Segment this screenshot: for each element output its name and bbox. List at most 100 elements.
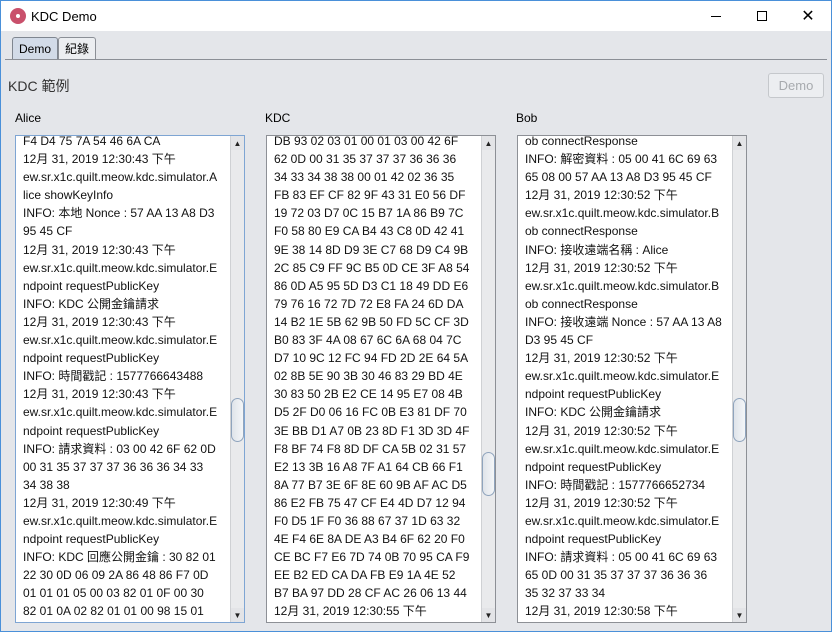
log-line: 30 83 50 2B E2 CE 14 95 E7 08 4B bbox=[274, 387, 463, 402]
log-line: INFO: 時間戳記 : 1577766643488 bbox=[23, 369, 204, 384]
log-line: 35 32 37 33 34 bbox=[525, 586, 606, 601]
log-line: D3 95 45 CF bbox=[525, 333, 594, 348]
log-line: 12月 31, 2019 12:30:43 下午 bbox=[23, 152, 176, 167]
log-line: 12月 31, 2019 12:30:52 下午 bbox=[525, 260, 678, 275]
log-line: 65 0D 00 31 35 37 37 37 36 36 36 bbox=[525, 568, 708, 583]
scroll-up-arrow-icon[interactable]: ▲ bbox=[733, 136, 746, 150]
log-line: 34 38 38 bbox=[23, 477, 70, 492]
log-line: D5 2F D0 06 16 FC 0B E3 81 DF 70 bbox=[274, 405, 467, 420]
minimize-icon bbox=[711, 15, 721, 17]
log-line: 12月 31, 2019 12:30:52 下午 bbox=[525, 423, 678, 438]
log-line: ndpoint requestPublicKey bbox=[23, 532, 160, 547]
scroll-thumb[interactable] bbox=[733, 398, 746, 442]
bob-log-area[interactable]: ob connectResponse INFO: 解密資料 : 05 00 41 … bbox=[517, 135, 747, 623]
log-line: 19 72 03 D7 0C 15 B7 1A 86 B9 7C bbox=[274, 206, 464, 221]
log-line: ew.sr.x1c.quilt.meow.kdc.simulator.E bbox=[525, 621, 730, 622]
bob-log-text: ob connectResponse INFO: 解密資料 : 05 00 41 … bbox=[525, 135, 730, 622]
log-line: lice showKeyInfo bbox=[23, 188, 114, 203]
log-line: E5 27 74 1E 74 1C 8D 90 D8 FD C7 bbox=[23, 621, 228, 622]
log-line: F4 D4 75 7A 54 46 6A CA bbox=[23, 135, 161, 148]
title-bar: KDC Demo ✕ bbox=[1, 1, 831, 31]
close-button[interactable]: ✕ bbox=[785, 1, 831, 31]
log-line: B0 83 3F 4A 08 67 6C 6A 68 04 7C bbox=[274, 333, 462, 348]
log-line: 12月 31, 2019 12:30:52 下午 bbox=[525, 495, 678, 510]
log-line: 34 33 34 38 38 00 01 42 02 36 35 bbox=[274, 170, 455, 185]
scroll-down-arrow-icon[interactable]: ▼ bbox=[231, 608, 244, 622]
tab-bar: Demo 紀錄 bbox=[12, 37, 97, 59]
log-line: 14 B2 1E 5B 62 9B 50 FD 5C CF 3D bbox=[274, 314, 469, 329]
log-line: ew.sr.x1c.quilt.meow.kdc.simulator.B bbox=[525, 278, 720, 293]
log-line: B7 BA 97 DD 28 CF AC 26 06 13 44 bbox=[274, 586, 467, 601]
log-line: ew.sr.x1c.quilt.meow.kdc.simulator.E bbox=[525, 513, 720, 528]
log-line: F8 BF 74 F8 8D DF CA 5B 02 31 57 bbox=[274, 441, 467, 456]
kdc-log-area[interactable]: DB 93 02 03 01 00 01 03 00 42 6F 62 0D 00… bbox=[266, 135, 496, 623]
log-line: 2C 85 C9 FF 9C B5 0D CE 3F A8 54 bbox=[274, 260, 470, 275]
log-line: ew.sr.x1c.quilt.meow.kdc.simulator.E bbox=[525, 369, 720, 384]
log-line: EE B2 ED CA DA FB E9 1A 4E 52 bbox=[274, 568, 456, 583]
log-line: ndpoint requestPublicKey bbox=[525, 387, 662, 402]
log-line: 01 01 01 05 00 03 82 01 0F 00 30 bbox=[23, 586, 204, 601]
log-line: ob connectResponse bbox=[525, 135, 638, 148]
kdc-log-text: DB 93 02 03 01 00 01 03 00 42 6F 62 0D 00… bbox=[274, 135, 479, 622]
log-line: 9E 38 14 8D D9 3E C7 68 D9 C4 9B bbox=[274, 242, 469, 257]
log-line: ndpoint requestPublicKey bbox=[23, 423, 160, 438]
tab-demo[interactable]: Demo bbox=[12, 37, 59, 59]
log-line: 65 08 00 57 AA 13 A8 D3 95 45 CF bbox=[525, 170, 712, 185]
kdc-scrollbar[interactable]: ▲ ▼ bbox=[481, 136, 495, 622]
window-title: KDC Demo bbox=[31, 9, 97, 24]
log-line: INFO: KDC 回應公開金鑰 : 30 82 01 bbox=[23, 550, 216, 565]
log-line: 82 01 0A 02 82 01 01 00 98 15 01 bbox=[23, 604, 204, 619]
alice-log-text: F4 D4 75 7A 54 46 6A CA 12月 31, 2019 12:3… bbox=[23, 135, 228, 622]
log-line: ob connectResponse bbox=[525, 296, 638, 311]
log-line: ew.sr.x1c.quilt.meow.kdc.simulator.K bbox=[274, 621, 479, 622]
minimize-button[interactable] bbox=[693, 1, 739, 31]
maximize-icon bbox=[757, 11, 767, 21]
log-line: ew.sr.x1c.quilt.meow.kdc.simulator.E bbox=[23, 260, 218, 275]
log-line: INFO: 時間戳記 : 1577766652734 bbox=[525, 477, 706, 492]
log-line: 12月 31, 2019 12:30:43 下午 bbox=[23, 387, 176, 402]
alice-log-area[interactable]: F4 D4 75 7A 54 46 6A CA 12月 31, 2019 12:3… bbox=[15, 135, 245, 623]
log-line: ew.sr.x1c.quilt.meow.kdc.simulator.A bbox=[23, 170, 218, 185]
log-line: 12月 31, 2019 12:30:58 下午 bbox=[525, 604, 678, 619]
demo-button[interactable]: Demo bbox=[768, 73, 824, 98]
scroll-down-arrow-icon[interactable]: ▼ bbox=[733, 608, 746, 622]
log-line: 86 E2 FB 75 47 CF E4 4D D7 12 94 bbox=[274, 495, 466, 510]
log-line: INFO: KDC 公開金鑰請求 bbox=[23, 296, 160, 311]
log-line: ew.sr.x1c.quilt.meow.kdc.simulator.E bbox=[23, 333, 218, 348]
log-line: 12月 31, 2019 12:30:43 下午 bbox=[23, 314, 176, 329]
log-line: 22 30 0D 06 09 2A 86 48 86 F7 0D bbox=[23, 568, 209, 583]
alice-label: Alice bbox=[15, 111, 42, 125]
log-line: E2 13 3B 16 A8 7F A1 64 CB 66 F1 bbox=[274, 459, 463, 474]
log-line: INFO: 請求資料 : 05 00 41 6C 69 63 bbox=[525, 550, 718, 565]
log-line: F0 D5 1F F0 36 88 67 37 1D 63 32 bbox=[274, 513, 461, 528]
log-line: ew.sr.x1c.quilt.meow.kdc.simulator.B bbox=[525, 206, 720, 221]
log-line: 79 76 16 72 7D 72 E8 FA 24 6D DA bbox=[274, 296, 464, 311]
scroll-down-arrow-icon[interactable]: ▼ bbox=[482, 608, 495, 622]
log-line: INFO: 接收遠端 Nonce : 57 AA 13 A8 bbox=[525, 314, 722, 329]
log-line: F0 58 80 E9 CA B4 43 C8 0D 42 41 bbox=[274, 224, 465, 239]
alice-scrollbar[interactable]: ▲ ▼ bbox=[230, 136, 244, 622]
scroll-thumb[interactable] bbox=[482, 452, 495, 496]
log-line: INFO: 請求資料 : 03 00 42 6F 62 0D bbox=[23, 441, 216, 456]
log-line: 12月 31, 2019 12:30:52 下午 bbox=[525, 188, 678, 203]
log-line: INFO: 解密資料 : 05 00 41 6C 69 63 bbox=[525, 152, 718, 167]
log-line: DB 93 02 03 01 00 01 03 00 42 6F bbox=[274, 135, 459, 148]
log-line: 4E F4 6E 8A DE A3 B4 6F 62 20 F0 bbox=[274, 532, 465, 547]
log-line: ob connectResponse bbox=[525, 224, 638, 239]
log-line: INFO: 本地 Nonce : 57 AA 13 A8 D3 bbox=[23, 206, 215, 221]
scroll-up-arrow-icon[interactable]: ▲ bbox=[482, 136, 495, 150]
log-line: INFO: 接收遠端名稱 : Alice bbox=[525, 242, 669, 257]
tab-divider bbox=[5, 59, 827, 60]
log-line: ndpoint requestPublicKey bbox=[23, 278, 160, 293]
scroll-thumb[interactable] bbox=[231, 398, 244, 442]
scroll-up-arrow-icon[interactable]: ▲ bbox=[231, 136, 244, 150]
tab-log[interactable]: 紀錄 bbox=[58, 37, 97, 59]
log-line: ndpoint requestPublicKey bbox=[525, 459, 662, 474]
bob-scrollbar[interactable]: ▲ ▼ bbox=[732, 136, 746, 622]
log-line: 95 45 CF bbox=[23, 224, 73, 239]
main-content: Demo 紀錄 KDC 範例 Demo Alice KDC Bob F4 D4 … bbox=[1, 31, 831, 631]
log-line: ew.sr.x1c.quilt.meow.kdc.simulator.E bbox=[23, 405, 218, 420]
maximize-button[interactable] bbox=[739, 1, 785, 31]
log-line: 86 0D A5 95 5D D3 C1 18 49 DD E6 bbox=[274, 278, 469, 293]
app-window: KDC Demo ✕ Demo 紀錄 KDC 範例 Demo Alice KDC… bbox=[0, 0, 832, 632]
